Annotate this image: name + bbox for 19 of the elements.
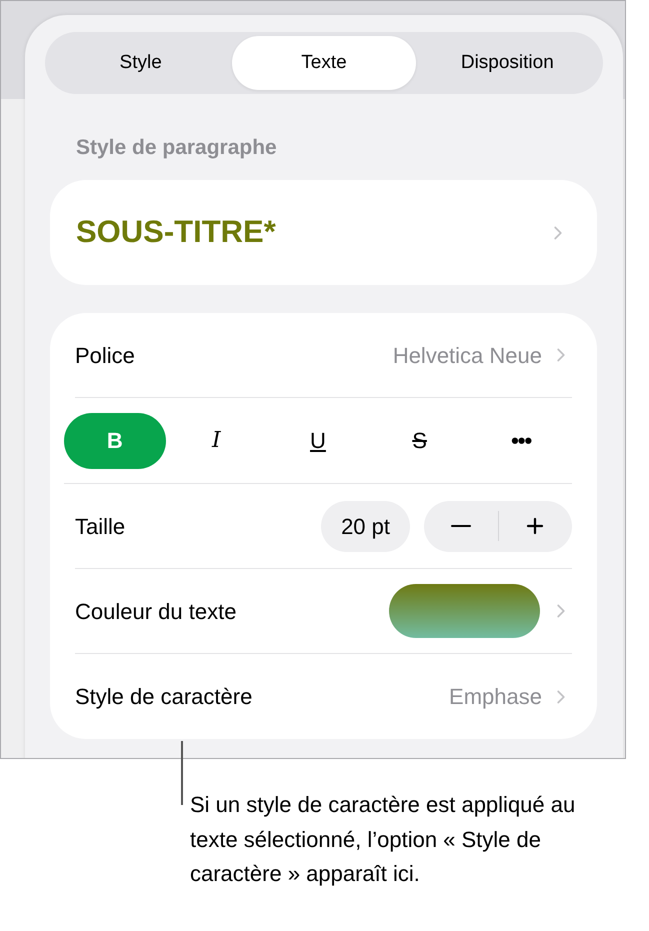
paragraph-style-button[interactable]: SOUS-TITRE* [50, 180, 597, 285]
paragraph-style-value: SOUS-TITRE* [76, 213, 276, 252]
tab[interactable]: Disposition [416, 36, 599, 90]
format-button[interactable]: I [166, 412, 268, 468]
format-button[interactable]: U [267, 412, 369, 468]
minus-icon [450, 524, 471, 528]
more-button[interactable]: ••• [470, 412, 572, 468]
size-label: Taille [75, 512, 126, 540]
leader-line [181, 741, 183, 805]
section-heading: Style de paragraphe [76, 137, 278, 158]
color-swatch[interactable] [389, 584, 540, 638]
character-style-label: Style de caractère [75, 683, 254, 711]
tab[interactable]: Style [49, 36, 232, 90]
callout-text: Si un style de caractère est appliqué au texte sélectionné, l’option « Style de caractère » apparaît ici. [190, 791, 576, 888]
size-value[interactable]: 20 pt [321, 500, 410, 552]
tab[interactable]: Texte [232, 36, 416, 90]
format-button[interactable]: S [368, 412, 470, 468]
text-color-label: Couleur du texte [75, 598, 238, 626]
font-label: Police [75, 342, 136, 370]
